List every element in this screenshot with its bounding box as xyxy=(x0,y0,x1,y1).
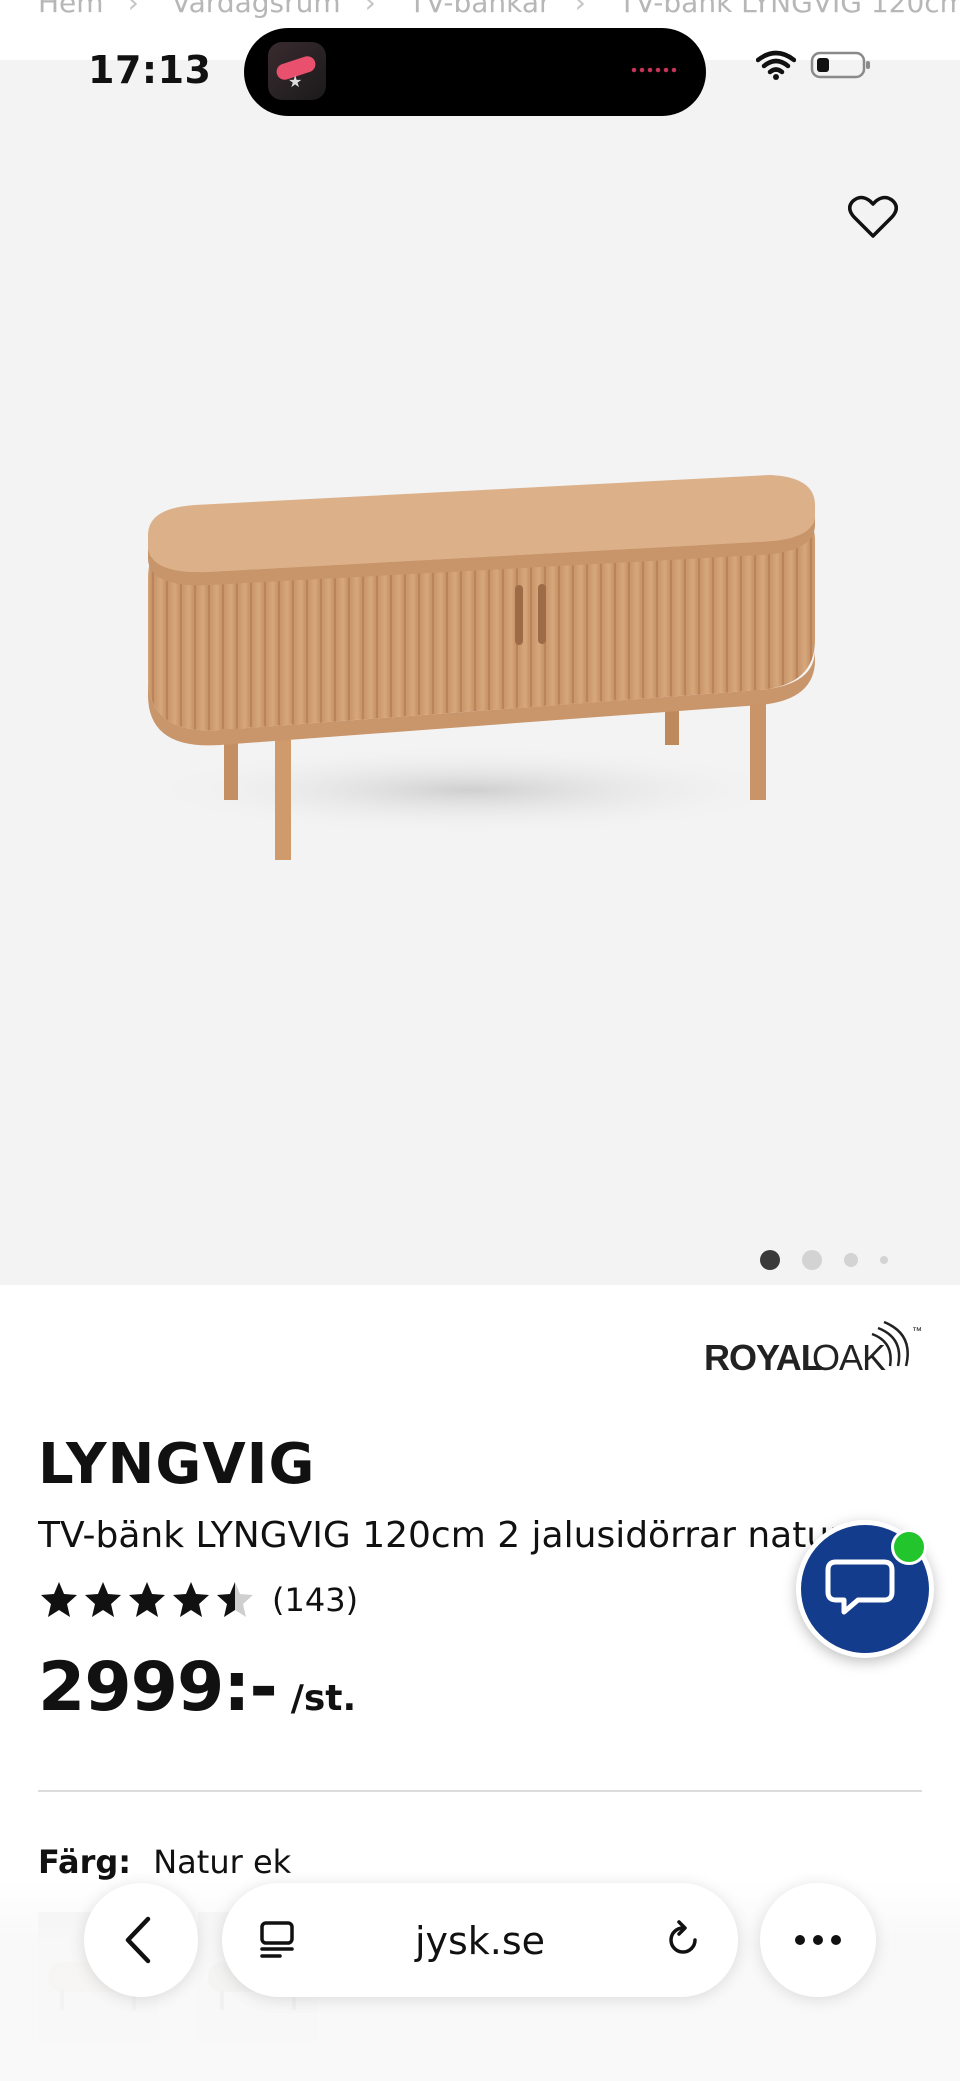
price-unit: /st. xyxy=(290,1678,357,1719)
gallery-dot-active[interactable] xyxy=(760,1250,780,1270)
dynamic-island xyxy=(244,28,706,116)
status-bar: 17:13 xyxy=(0,0,960,130)
gallery-dot[interactable] xyxy=(802,1250,822,1270)
url-text: jysk.se xyxy=(414,1919,546,1963)
chevron-left-icon xyxy=(125,1916,151,1964)
star-icon xyxy=(173,1582,209,1617)
status-time: 17:13 xyxy=(88,48,212,92)
address-bar[interactable]: jysk.se xyxy=(222,1883,738,1997)
rating-count: (143) xyxy=(272,1581,359,1619)
product-rating[interactable]: (143) xyxy=(38,1580,358,1620)
rating-stars xyxy=(38,1580,256,1620)
more-button[interactable] xyxy=(760,1883,876,1997)
chat-button[interactable] xyxy=(796,1520,934,1658)
wifi-icon xyxy=(756,50,796,80)
product-description: TV-bänk LYNGVIG 120cm 2 jalusidörrar nat… xyxy=(38,1515,838,1556)
brand-logo: ROYAL OAK ™ xyxy=(704,1320,922,1378)
star-icon xyxy=(41,1582,77,1617)
now-playing-app-icon xyxy=(268,42,326,100)
product-name: LYNGVIG xyxy=(38,1432,316,1497)
online-status-indicator xyxy=(891,1529,927,1565)
svg-text:™: ™ xyxy=(912,1326,922,1337)
price-value: 2999:- xyxy=(38,1648,278,1727)
color-label: Färg: xyxy=(38,1843,132,1881)
product-photo xyxy=(140,475,815,860)
gallery-dot[interactable] xyxy=(880,1256,888,1264)
product-image-gallery[interactable] xyxy=(0,60,960,1285)
star-icon xyxy=(217,1582,253,1617)
status-icons xyxy=(756,50,872,80)
svg-text:OAK: OAK xyxy=(812,1337,886,1378)
product-price: 2999:- /st. xyxy=(38,1648,356,1727)
reload-icon[interactable] xyxy=(662,1919,704,1961)
more-icon xyxy=(795,1935,841,1945)
heart-icon[interactable] xyxy=(848,194,898,240)
divider xyxy=(38,1790,922,1792)
back-button[interactable] xyxy=(84,1883,198,1997)
star-icon xyxy=(85,1582,121,1617)
battery-icon xyxy=(810,51,870,79)
activity-indicator-icon xyxy=(630,66,680,74)
gallery-dot[interactable] xyxy=(844,1253,858,1267)
svg-text:ROYAL: ROYAL xyxy=(704,1337,822,1378)
color-selector-label: Färg: Natur ek xyxy=(38,1843,291,1881)
star-icon xyxy=(129,1582,165,1617)
gallery-pagination xyxy=(760,1250,888,1270)
color-value: Natur ek xyxy=(153,1843,292,1881)
